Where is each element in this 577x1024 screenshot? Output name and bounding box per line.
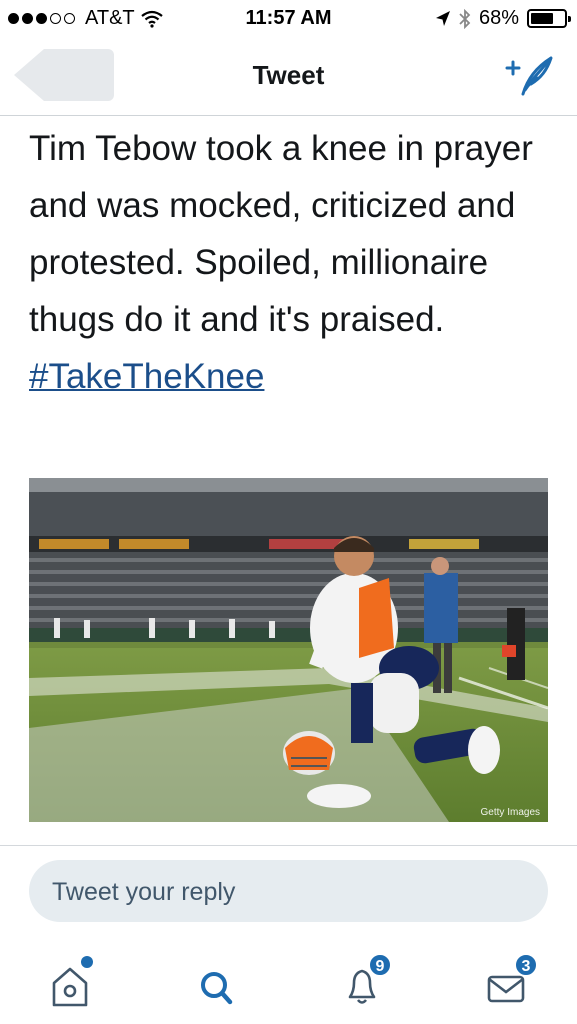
compose-tweet-icon[interactable]: [503, 54, 555, 98]
battery-percent: 68%: [478, 7, 519, 29]
tweet-text: Tim Tebow took a knee in prayer and was …: [29, 120, 559, 405]
location-arrow-icon: [435, 10, 450, 26]
tab-search[interactable]: [186, 953, 246, 1013]
reply-placeholder: Tweet your reply: [52, 878, 236, 906]
tab-notifications[interactable]: 9: [332, 953, 392, 1013]
hashtag-link[interactable]: #TakeTheKnee: [29, 357, 264, 396]
tab-home[interactable]: [40, 953, 100, 1013]
status-bar: AT&T 11:57 AM 68%: [0, 0, 577, 38]
home-new-indicator: [81, 956, 93, 968]
notifications-badge: 9: [368, 953, 392, 977]
reply-input[interactable]: Tweet your reply: [29, 860, 548, 922]
tab-bar: 9 3: [0, 945, 577, 1024]
tweet-body: Tim Tebow took a knee in prayer and was …: [29, 129, 533, 339]
bluetooth-icon: [459, 8, 471, 29]
tab-messages[interactable]: 3: [478, 953, 538, 1013]
page-title: Tweet: [252, 60, 325, 90]
status-right: 68%: [435, 7, 571, 30]
search-icon: [201, 972, 233, 1005]
tweet-photo[interactable]: Getty Images: [29, 478, 548, 822]
divider: [0, 845, 577, 846]
navigation-bar: Tweet: [0, 38, 577, 116]
photo-credit: Getty Images: [480, 807, 540, 818]
battery-icon: [527, 9, 571, 28]
battery-level: [531, 13, 553, 24]
messages-badge: 3: [514, 953, 538, 977]
stadium-photo-illustration: [29, 478, 548, 822]
